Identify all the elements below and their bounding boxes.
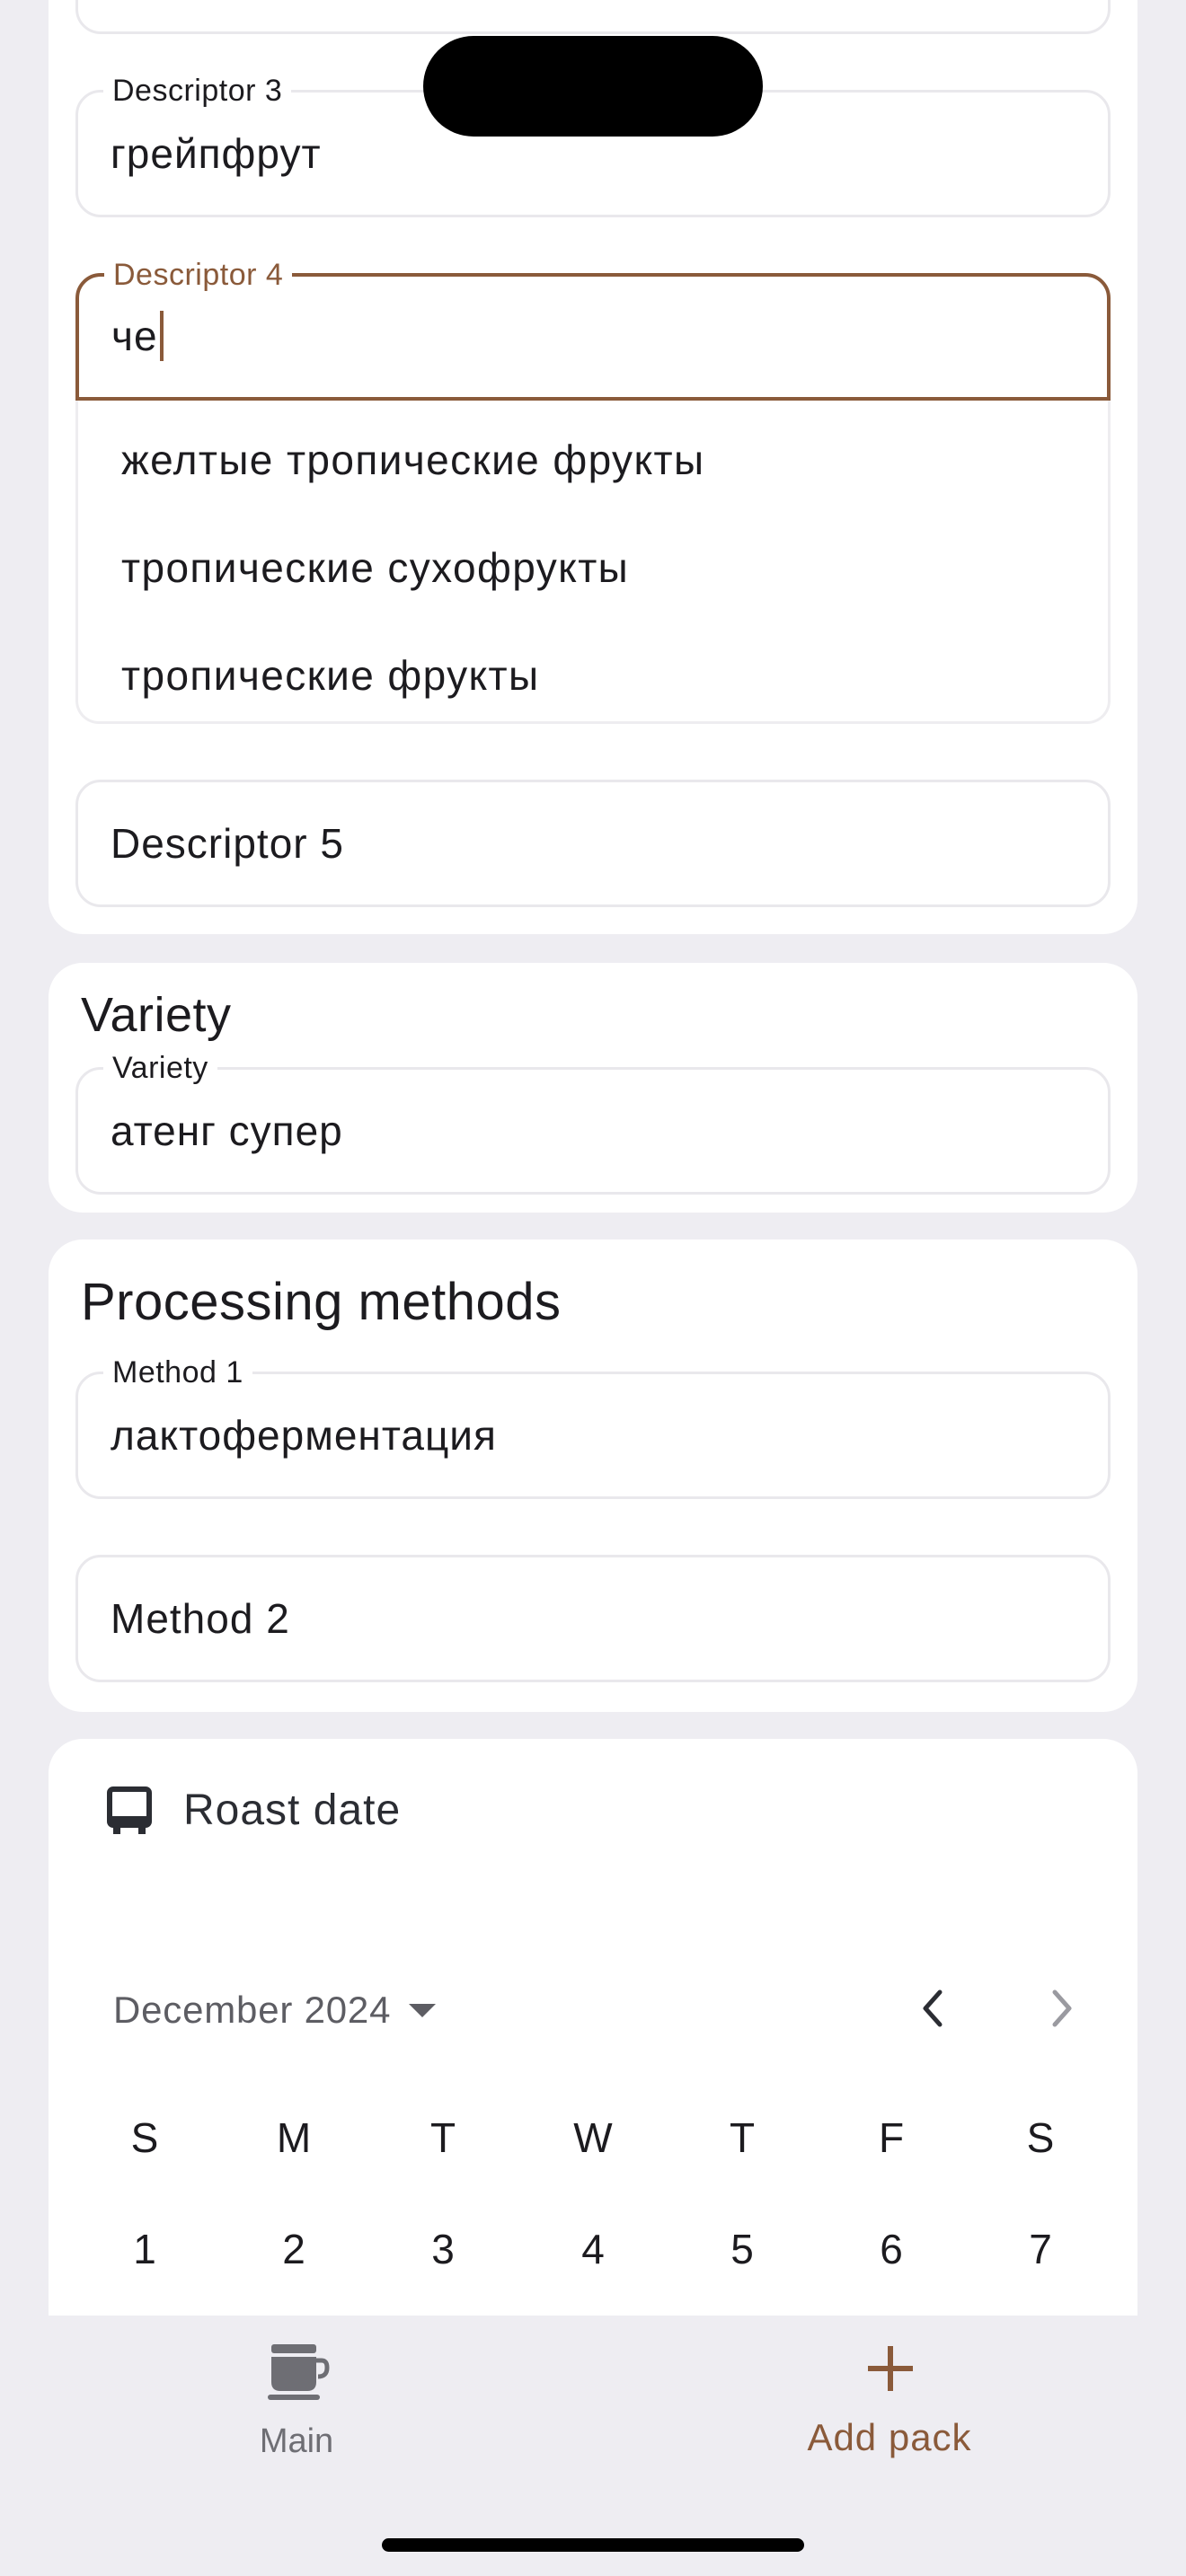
method-1-value: лактоферментация xyxy=(111,1412,497,1459)
previous-month-button[interactable] xyxy=(911,1981,954,2035)
weekday-label: T xyxy=(729,2114,756,2161)
descriptor-4-value: че xyxy=(111,311,164,361)
nav-add-pack-label: Add pack xyxy=(807,2416,972,2458)
roast-date-title: Roast date xyxy=(183,1786,402,1834)
nav-add-pack-tab[interactable]: Add pack xyxy=(782,2335,997,2470)
descriptor-4-field[interactable]: Descriptor 4 че xyxy=(75,257,1111,401)
method-2-placeholder: Method 2 xyxy=(111,1595,290,1642)
suggestion-item[interactable]: тропические фрукты xyxy=(121,650,539,701)
variety-label: Variety xyxy=(103,1050,217,1086)
descriptor-2-field[interactable] xyxy=(75,0,1111,34)
processing-title: Processing methods xyxy=(81,1273,562,1331)
calendar-day[interactable]: 7 xyxy=(1005,2224,1076,2274)
method-1-field[interactable]: Method 1 лактоферментация xyxy=(75,1354,1111,1499)
variety-field[interactable]: Variety атенг супер xyxy=(75,1050,1111,1195)
coffee-cup-icon xyxy=(268,2342,331,2402)
weekday-label: W xyxy=(573,2114,613,2161)
calendar-day[interactable]: 4 xyxy=(557,2224,629,2274)
next-month-button[interactable] xyxy=(1040,1981,1084,2035)
calendar-icon xyxy=(106,1786,153,1836)
bottom-nav xyxy=(0,2316,1186,2576)
nav-main-label: Main xyxy=(259,2422,334,2460)
method-1-label: Method 1 xyxy=(103,1354,252,1390)
descriptor-3-label: Descriptor 3 xyxy=(103,73,292,109)
weekday-label: S xyxy=(1026,2114,1055,2161)
weekday-label: S xyxy=(130,2114,159,2161)
text-cursor xyxy=(159,311,164,361)
nav-main-tab[interactable]: Main xyxy=(207,2335,386,2470)
descriptor-5-placeholder: Descriptor 5 xyxy=(111,820,344,867)
weekday-label: T xyxy=(429,2114,456,2161)
autocomplete-dropdown: желтые тропические фрукты тропические су… xyxy=(75,401,1111,724)
method-2-field[interactable]: Method 2 xyxy=(75,1555,1111,1682)
home-indicator xyxy=(382,2538,804,2552)
weekday-label: F xyxy=(878,2114,905,2161)
dynamic-island-overlay xyxy=(423,36,763,137)
calendar-day[interactable]: 5 xyxy=(706,2224,778,2274)
variety-title: Variety xyxy=(81,988,232,1042)
descriptor-5-field[interactable]: Descriptor 5 xyxy=(75,780,1111,907)
month-selector[interactable]: December 2024 xyxy=(113,1985,437,2035)
calendar-day[interactable]: 1 xyxy=(109,2224,181,2274)
descriptor-4-text: че xyxy=(111,313,158,359)
plus-icon xyxy=(866,2344,915,2393)
weekday-label: M xyxy=(276,2114,312,2161)
calendar-day[interactable]: 3 xyxy=(407,2224,479,2274)
month-label: December 2024 xyxy=(113,1989,392,2031)
variety-value: атенг супер xyxy=(111,1107,343,1154)
descriptor-4-label: Descriptor 4 xyxy=(104,257,293,293)
calendar-day[interactable]: 6 xyxy=(855,2224,927,2274)
descriptor-3-value: грейпфрут xyxy=(111,130,322,177)
suggestion-item[interactable]: тропические сухофрукты xyxy=(121,543,629,593)
calendar-day[interactable]: 2 xyxy=(258,2224,330,2274)
chevron-down-icon xyxy=(409,2003,437,2017)
suggestion-item[interactable]: желтые тропические фрукты xyxy=(121,435,704,485)
